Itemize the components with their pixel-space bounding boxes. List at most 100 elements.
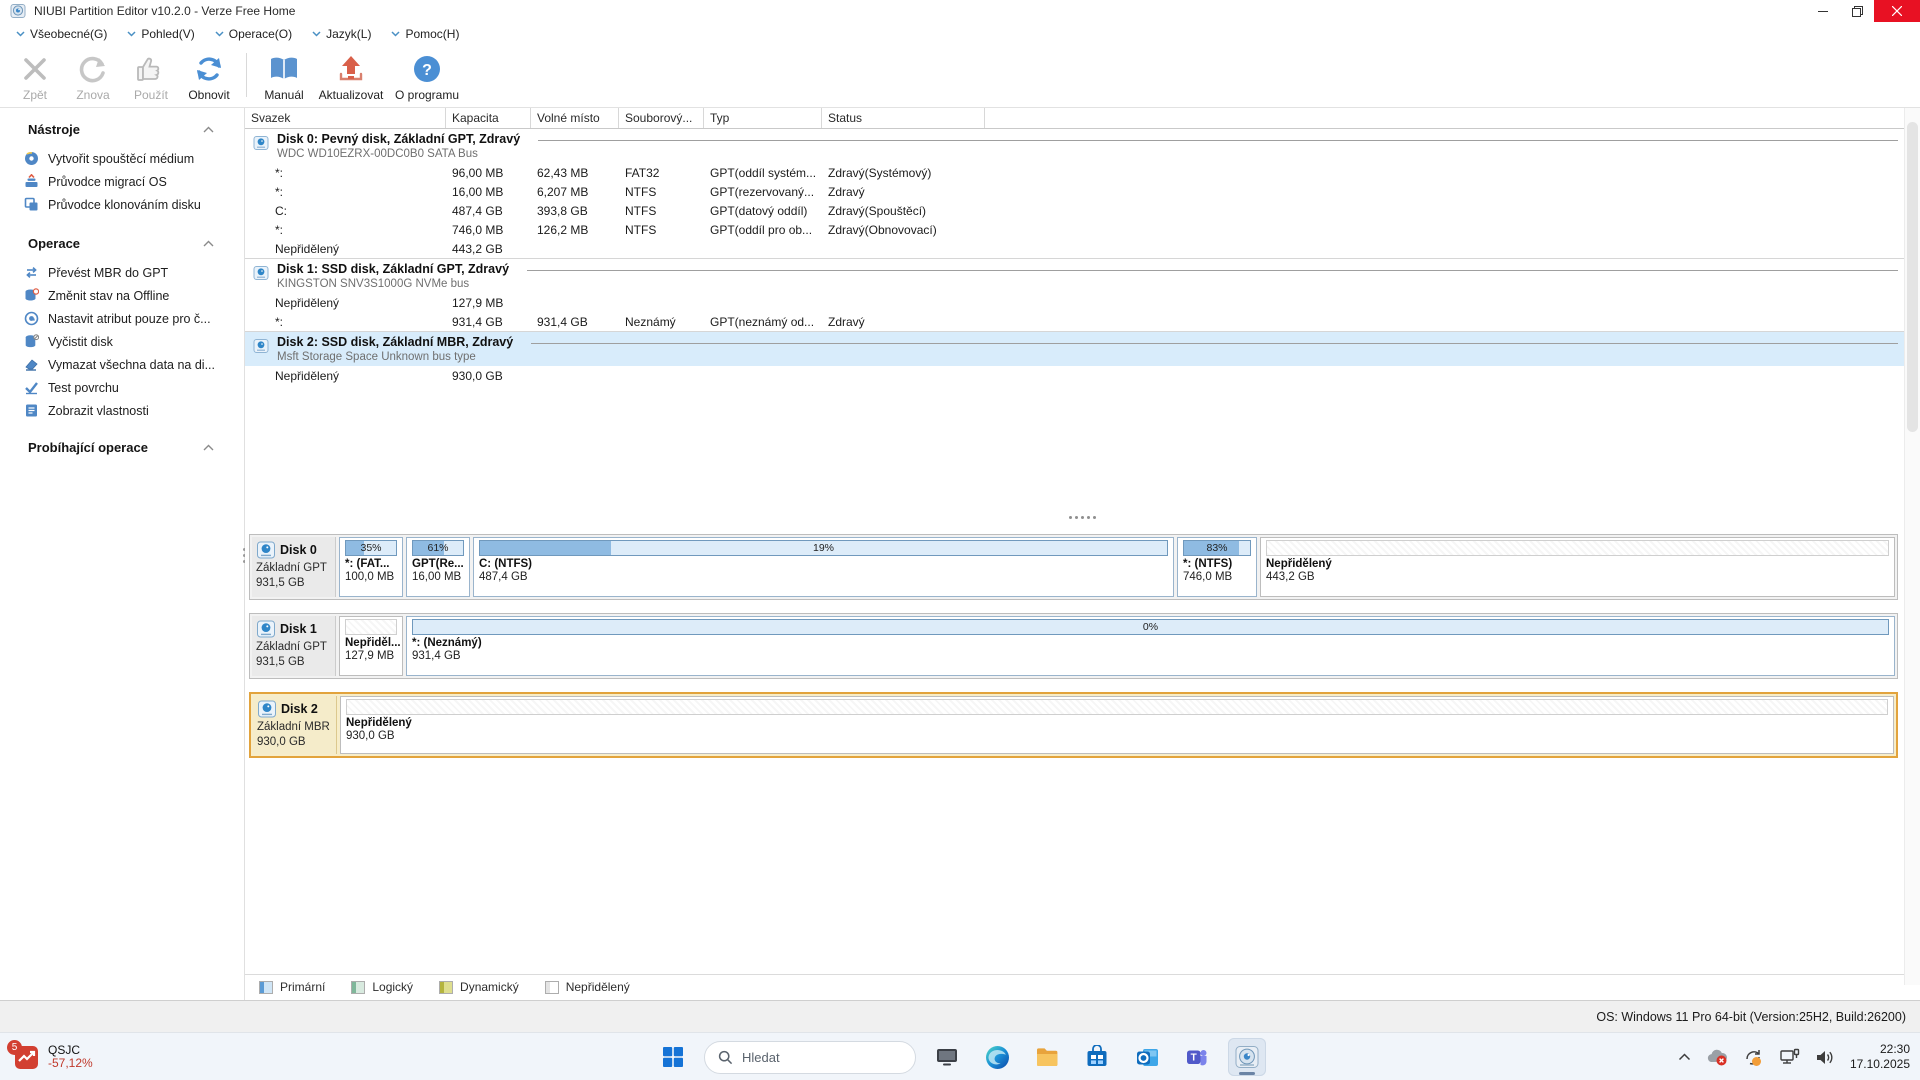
volume-row[interactable]: *:931,4 GB931,4 GBNeznámýGPT(neznámý od.… <box>245 312 1920 331</box>
search-placeholder: Hledat <box>742 1050 780 1065</box>
window-title: NIUBI Partition Editor v10.2.0 - Verze F… <box>34 4 1806 18</box>
sidebar-item-convert-mbr-gpt[interactable]: Převést MBR do GPT <box>0 261 244 284</box>
teams-app-button[interactable]: T <box>1178 1038 1216 1076</box>
convert-icon <box>24 265 39 280</box>
teams-icon: T <box>1185 1045 1209 1069</box>
edge-app-button[interactable] <box>978 1038 1016 1076</box>
sidebar-item-wipe-data[interactable]: Vymazat všechna data na di... <box>0 353 244 376</box>
disk2-group-header[interactable]: Disk 2: SSD disk, Základní MBR, Zdravý M… <box>245 332 1920 366</box>
close-button[interactable] <box>1874 0 1920 22</box>
disk0-partition-c[interactable]: 19% C: (NTFS) 487,4 GB <box>473 537 1174 597</box>
disk1-partition-unknown[interactable]: 0% *: (Neznámý) 931,4 GB <box>406 616 1895 676</box>
sidebar-item-properties[interactable]: Zobrazit vlastnosti <box>0 399 244 422</box>
hdd-icon <box>257 699 277 719</box>
taskbar-search[interactable]: Hledat <box>704 1041 916 1074</box>
sidebar-item-disk-clone[interactable]: Průvodce klonováním disku <box>0 193 244 216</box>
column-svazek[interactable]: Svazek <box>245 108 446 128</box>
store-app-button[interactable] <box>1078 1038 1116 1076</box>
sidebar-item-offline[interactable]: Změnit stav na Offline <box>0 284 244 307</box>
manual-button[interactable]: Manuál <box>255 47 313 107</box>
restore-button[interactable] <box>1840 0 1874 22</box>
disk2-unallocated[interactable]: Nepřidělený 930,0 GB <box>340 696 1894 754</box>
volume-row[interactable]: *:16,00 MB6,207 MBNTFSGPT(rezervovaný...… <box>245 182 1920 201</box>
redo-button[interactable]: Znova <box>64 47 122 107</box>
disk-clone-icon <box>24 197 39 212</box>
edge-icon <box>985 1045 1010 1070</box>
menu-pomoc[interactable]: Pomoc(H) <box>381 22 469 45</box>
outlook-app-button[interactable] <box>1128 1038 1166 1076</box>
volume-row[interactable]: *:746,0 MB126,2 MBNTFSGPT(oddíl pro ob..… <box>245 220 1920 239</box>
disk1-map: Disk 1 Základní GPT 931,5 GB Nepřiděl...… <box>249 613 1898 679</box>
disk-icon <box>253 265 269 281</box>
menu-operace[interactable]: Operace(O) <box>205 22 302 45</box>
outlook-icon <box>1135 1045 1160 1070</box>
menu-jazyk[interactable]: Jazyk(L) <box>302 22 381 45</box>
sidebar-item-surface-test[interactable]: Test povrchu <box>0 376 244 399</box>
disk2-group: Disk 2: SSD disk, Základní MBR, Zdravý M… <box>245 331 1920 385</box>
onedrive-error-icon[interactable] <box>1706 1049 1728 1066</box>
disk0-group-header[interactable]: Disk 0: Pevný disk, Základní GPT, Zdravý… <box>245 129 1920 163</box>
toolbar-separator <box>246 53 247 97</box>
desktop-icon <box>935 1045 959 1069</box>
disk1-label[interactable]: Disk 1 Základní GPT 931,5 GB <box>252 616 336 676</box>
disk0-partition-recovery[interactable]: 83% *: (NTFS) 746,0 MB <box>1177 537 1257 597</box>
legend: Primární Logický Dynamický Nepřidělený <box>245 974 1920 999</box>
disk0-partition-fat[interactable]: 35% *: (FAT... 100,0 MB <box>339 537 403 597</box>
scrollbar-thumb[interactable] <box>1907 122 1918 432</box>
volume-row[interactable]: C:487,4 GB393,8 GBNTFSGPT(datový oddíl)Z… <box>245 201 1920 220</box>
disk1-group-header[interactable]: Disk 1: SSD disk, Základní GPT, Zdravý K… <box>245 259 1920 293</box>
file-explorer-button[interactable] <box>1028 1038 1066 1076</box>
disk2-label[interactable]: Disk 2 Základní MBR 930,0 GB <box>253 696 337 754</box>
update-button[interactable]: Aktualizovat <box>313 47 389 107</box>
widgets-button[interactable]: 5 QSJC -57,12% <box>14 1033 93 1080</box>
volume-row[interactable]: *:96,00 MB62,43 MBFAT32GPT(oddíl systém.… <box>245 163 1920 182</box>
section-nastroje[interactable]: Nástroje <box>0 122 244 137</box>
refresh-button[interactable]: Obnovit <box>180 47 238 107</box>
section-operace[interactable]: Operace <box>0 236 244 251</box>
start-button[interactable] <box>654 1038 692 1076</box>
disk0-unallocated[interactable]: Nepřidělený 443,2 GB <box>1260 537 1895 597</box>
minimize-button[interactable] <box>1806 0 1840 22</box>
niubi-app-button[interactable] <box>1228 1038 1266 1076</box>
sidebar-item-readonly[interactable]: Nastavit atribut pouze pro č... <box>0 307 244 330</box>
taskbar-clock[interactable]: 22:30 17.10.2025 <box>1850 1042 1910 1072</box>
sidebar-item-os-migration[interactable]: Průvodce migrací OS <box>0 170 244 193</box>
hdd-icon <box>256 619 276 639</box>
tray-chevron-up-icon[interactable] <box>1678 1053 1691 1061</box>
chevron-up-icon <box>203 126 214 133</box>
legend-unallocated: Nepřidělený <box>545 980 630 994</box>
disk0-group: Disk 0: Pevný disk, Základní GPT, Zdravý… <box>245 129 1920 258</box>
unallocated-swatch <box>545 981 559 994</box>
section-probihajici-operace[interactable]: Probíhající operace <box>0 440 244 455</box>
menu-vseobecne[interactable]: Všeobecné(G) <box>6 22 117 45</box>
search-icon <box>718 1050 733 1065</box>
sidebar-item-clean-disk[interactable]: Vyčistit disk <box>0 330 244 353</box>
vertical-scrollbar[interactable] <box>1904 108 1920 985</box>
refresh-icon <box>194 54 224 84</box>
column-volne-misto[interactable]: Volné místo <box>531 108 619 128</box>
disk0-label[interactable]: Disk 0 Základní GPT 931,5 GB <box>252 537 336 597</box>
column-kapacita[interactable]: Kapacita <box>446 108 531 128</box>
title-bar: NIUBI Partition Editor v10.2.0 - Verze F… <box>0 0 1920 22</box>
sidebar: Nástroje Vytvořit spouštěcí médium Průvo… <box>0 108 245 1000</box>
column-status[interactable]: Status <box>822 108 985 128</box>
disk1-unallocated[interactable]: Nepřiděl... 127,9 MB <box>339 616 403 676</box>
menu-pohled[interactable]: Pohled(V) <box>117 22 204 45</box>
volume-row[interactable]: Nepřidělený127,9 MB <box>245 293 1920 312</box>
column-souborovy[interactable]: Souborový... <box>619 108 704 128</box>
ethernet-icon[interactable] <box>1779 1048 1800 1066</box>
volume-icon[interactable] <box>1815 1049 1835 1066</box>
column-typ[interactable]: Typ <box>704 108 822 128</box>
sync-icon[interactable] <box>1743 1048 1764 1067</box>
about-button[interactable]: ? O programu <box>389 47 465 107</box>
undo-button[interactable]: Zpět <box>6 47 64 107</box>
niubi-partition-editor-window: NIUBI Partition Editor v10.2.0 - Verze F… <box>0 0 1920 1080</box>
sidebar-item-boot-media[interactable]: Vytvořit spouštěcí médium <box>0 147 244 170</box>
desktops-app-button[interactable] <box>928 1038 966 1076</box>
volume-row[interactable]: Nepřidělený930,0 GB <box>245 366 1920 385</box>
volume-row[interactable]: Nepřidělený443,2 GB <box>245 239 1920 258</box>
disk0-partition-reserved[interactable]: 61% GPT(Re... 16,00 MB <box>406 537 470 597</box>
logical-swatch <box>351 981 365 994</box>
apply-button[interactable]: Použít <box>122 47 180 107</box>
pane-splitter[interactable] <box>245 512 1920 522</box>
